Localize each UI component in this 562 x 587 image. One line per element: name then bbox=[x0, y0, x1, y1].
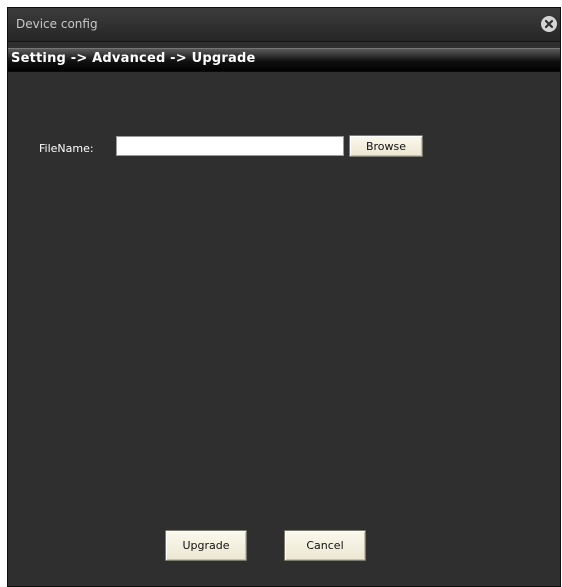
cancel-button[interactable]: Cancel bbox=[284, 530, 366, 561]
close-icon bbox=[544, 19, 554, 29]
close-button[interactable] bbox=[541, 16, 557, 32]
window-title: Device config bbox=[16, 17, 98, 31]
device-config-window: Device config Setting -> Advanced -> Upg… bbox=[7, 7, 561, 587]
breadcrumb: Setting -> Advanced -> Upgrade bbox=[8, 48, 560, 72]
upgrade-button[interactable]: Upgrade bbox=[165, 530, 247, 561]
title-bar: Device config bbox=[8, 8, 560, 42]
breadcrumb-text: Setting -> Advanced -> Upgrade bbox=[11, 51, 256, 66]
upgrade-panel: FileName: Browse Upgrade Cancel bbox=[8, 72, 560, 586]
browse-button[interactable]: Browse bbox=[349, 135, 423, 157]
filename-label: FileName: bbox=[39, 142, 94, 155]
filename-input[interactable] bbox=[116, 136, 344, 156]
